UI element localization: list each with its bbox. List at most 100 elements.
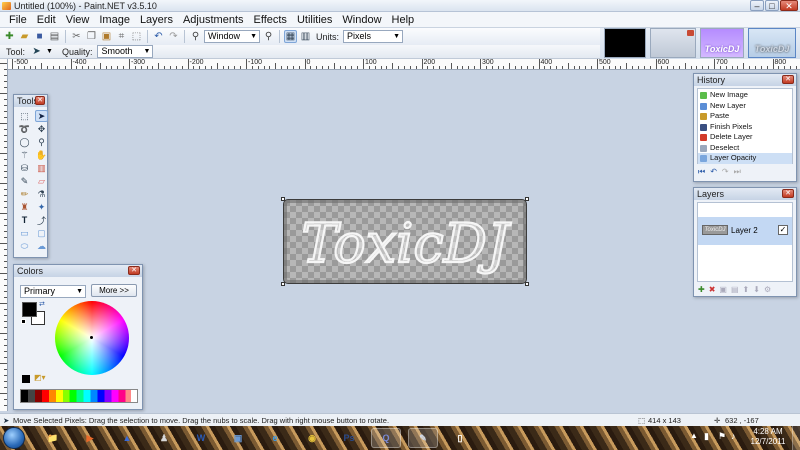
minimize-button[interactable]: – [750, 0, 764, 11]
close-icon[interactable]: ✕ [782, 75, 794, 84]
menu-help[interactable]: Help [387, 12, 420, 28]
menu-edit[interactable]: Edit [32, 12, 61, 28]
close-button[interactable]: ✕ [780, 0, 798, 11]
new-image-icon[interactable]: ✚ [3, 30, 16, 43]
eraser-icon[interactable]: ▱ [35, 175, 48, 187]
paint-bucket-icon[interactable]: ⛁ [18, 162, 31, 174]
resize-nub-tl[interactable] [281, 197, 285, 201]
close-icon[interactable] [687, 30, 694, 36]
history-item-selected[interactable]: Layer Opacity [698, 153, 792, 164]
image-thumbnail-2[interactable] [650, 28, 696, 58]
history-item[interactable]: Delete Layer [698, 132, 792, 143]
add-layer-icon[interactable]: ✚ [698, 285, 705, 294]
layer-properties-icon[interactable]: ⚙ [764, 285, 771, 294]
units-dropdown[interactable]: Pixels ▼ [343, 30, 404, 43]
cut-icon[interactable]: ✂ [70, 30, 83, 43]
text-icon[interactable]: T [18, 214, 31, 226]
menu-view[interactable]: View [61, 12, 95, 28]
taskbar-app-arrow-icon[interactable]: ▲ [112, 428, 142, 448]
rulers-icon[interactable]: ▥ [299, 30, 312, 43]
volume-tray-icon[interactable]: ♪ [731, 431, 736, 441]
redo-icon[interactable]: ↷ [167, 30, 180, 43]
rounded-rectangle-icon[interactable]: ▢ [35, 227, 48, 239]
palette-menu-icon[interactable]: ◩▾ [34, 373, 46, 382]
deselect-icon[interactable]: ⬚ [130, 30, 143, 43]
layer-visibility-checkbox[interactable]: ✓ [778, 225, 788, 235]
more-colors-button[interactable]: More >> [91, 284, 137, 297]
resize-nub-tr[interactable] [525, 197, 529, 201]
layers-window-titlebar[interactable]: Layers ✕ [694, 188, 796, 200]
zoom-icon[interactable]: ⚲ [35, 136, 48, 148]
pan-icon[interactable]: ✋ [35, 149, 48, 161]
print-icon[interactable]: ▤ [48, 30, 61, 43]
move-icon[interactable]: ✥ [35, 123, 48, 135]
image-canvas[interactable]: ToxicDJ [281, 197, 529, 286]
tray-up-arrow-icon[interactable]: ▲ [690, 431, 698, 440]
color-picker-icon[interactable]: ⚗ [35, 188, 48, 200]
menu-window[interactable]: Window [337, 12, 386, 28]
ellipse-select-icon[interactable]: ◯ [18, 136, 31, 148]
paintbrush-icon[interactable]: ✎ [18, 175, 31, 187]
chevron-down-icon[interactable]: ▼ [46, 48, 53, 55]
clock-time[interactable]: 4:28 AM [748, 427, 788, 436]
gradient-icon[interactable]: ▥ [35, 162, 48, 174]
image-thumbnail-1[interactable] [604, 28, 646, 58]
quality-dropdown[interactable]: Smooth ▼ [97, 45, 154, 58]
history-window-titlebar[interactable]: History ✕ [694, 74, 796, 86]
show-desktop-button[interactable] [792, 426, 800, 450]
color-mode-dropdown[interactable]: Primary ▼ [20, 285, 86, 298]
freeform-shape-icon[interactable]: ☁ [35, 240, 48, 252]
taskbar-ie-icon[interactable]: e [260, 428, 290, 448]
menu-adjustments[interactable]: Adjustments [178, 12, 249, 28]
duplicate-layer-icon[interactable]: ▣ [719, 285, 727, 294]
ellipse-icon[interactable]: ⬭ [18, 240, 31, 252]
close-icon[interactable]: ✕ [35, 96, 45, 105]
move-selected-pixels-icon[interactable]: ➤ [30, 45, 43, 58]
copy-icon[interactable]: ❐ [85, 30, 98, 43]
maximize-button[interactable]: □ [765, 0, 779, 11]
taskbar-chrome-icon[interactable]: ◉ [297, 428, 327, 448]
clock-date[interactable]: 12/7/2011 [748, 437, 788, 446]
history-item[interactable]: Deselect [698, 143, 792, 154]
grid-icon[interactable]: ▦ [284, 30, 297, 43]
rectangle-icon[interactable]: ▭ [18, 227, 31, 239]
taskbar-app-figure-icon[interactable]: ♟ [149, 428, 179, 448]
taskbar-word-icon[interactable]: W [186, 428, 216, 448]
close-icon[interactable]: ✕ [782, 189, 794, 198]
taskbar-explorer-icon[interactable]: 📁 [38, 428, 68, 448]
network-tray-icon[interactable]: ▮ [704, 431, 709, 442]
taskbar-blank-doc-icon[interactable]: ▯ [445, 428, 475, 448]
taskbar-media-player-icon[interactable]: ▶ [75, 428, 105, 448]
image-thumbnail-3[interactable]: ToxicDJ [700, 28, 744, 58]
lasso-icon[interactable]: ➰ [18, 123, 31, 135]
taskbar-photoshop-icon[interactable]: Ps [334, 428, 364, 448]
fast-forward-icon[interactable]: ⏭ [734, 167, 741, 177]
taskbar-app-q-icon[interactable]: Q [371, 428, 401, 448]
primary-color-swatch[interactable] [22, 302, 37, 317]
layer-row-selected[interactable]: ToxicDJ Layer 2 ✓ [698, 217, 792, 245]
menu-layers[interactable]: Layers [135, 12, 178, 28]
resize-nub-br[interactable] [525, 282, 529, 286]
start-button[interactable] [3, 427, 25, 449]
zoom-out-icon[interactable]: ⚲ [189, 30, 202, 43]
rewind-icon[interactable]: ⏮ [698, 167, 705, 177]
reset-colors-icon[interactable] [21, 319, 26, 324]
redo-icon[interactable]: ↷ [722, 167, 729, 177]
taskbar-paintnet-icon[interactable]: ✎ [408, 428, 438, 448]
paste-icon[interactable]: ▣ [100, 30, 113, 43]
delete-layer-icon[interactable]: ✖ [709, 285, 716, 294]
flag-tray-icon[interactable]: ⚑ [718, 431, 726, 442]
menu-image[interactable]: Image [94, 12, 135, 28]
menu-file[interactable]: File [4, 12, 32, 28]
history-item[interactable]: Paste [698, 111, 792, 122]
recolor-icon[interactable]: ✦ [35, 201, 48, 213]
image-thumbnail-active[interactable]: ToxicDJ [748, 28, 796, 58]
colors-window-titlebar[interactable]: Colors ✕ [14, 265, 142, 277]
move-layer-down-icon[interactable]: ⬇ [753, 285, 760, 294]
color-palette-strip[interactable] [20, 389, 138, 403]
move-selection-icon[interactable]: ➤ [35, 110, 48, 122]
rectangle-select-icon[interactable]: ⬚ [18, 110, 31, 122]
undo-icon[interactable]: ↶ [710, 167, 717, 177]
save-icon[interactable]: ■ [33, 30, 46, 43]
merge-layer-icon[interactable]: ▤ [731, 285, 739, 294]
